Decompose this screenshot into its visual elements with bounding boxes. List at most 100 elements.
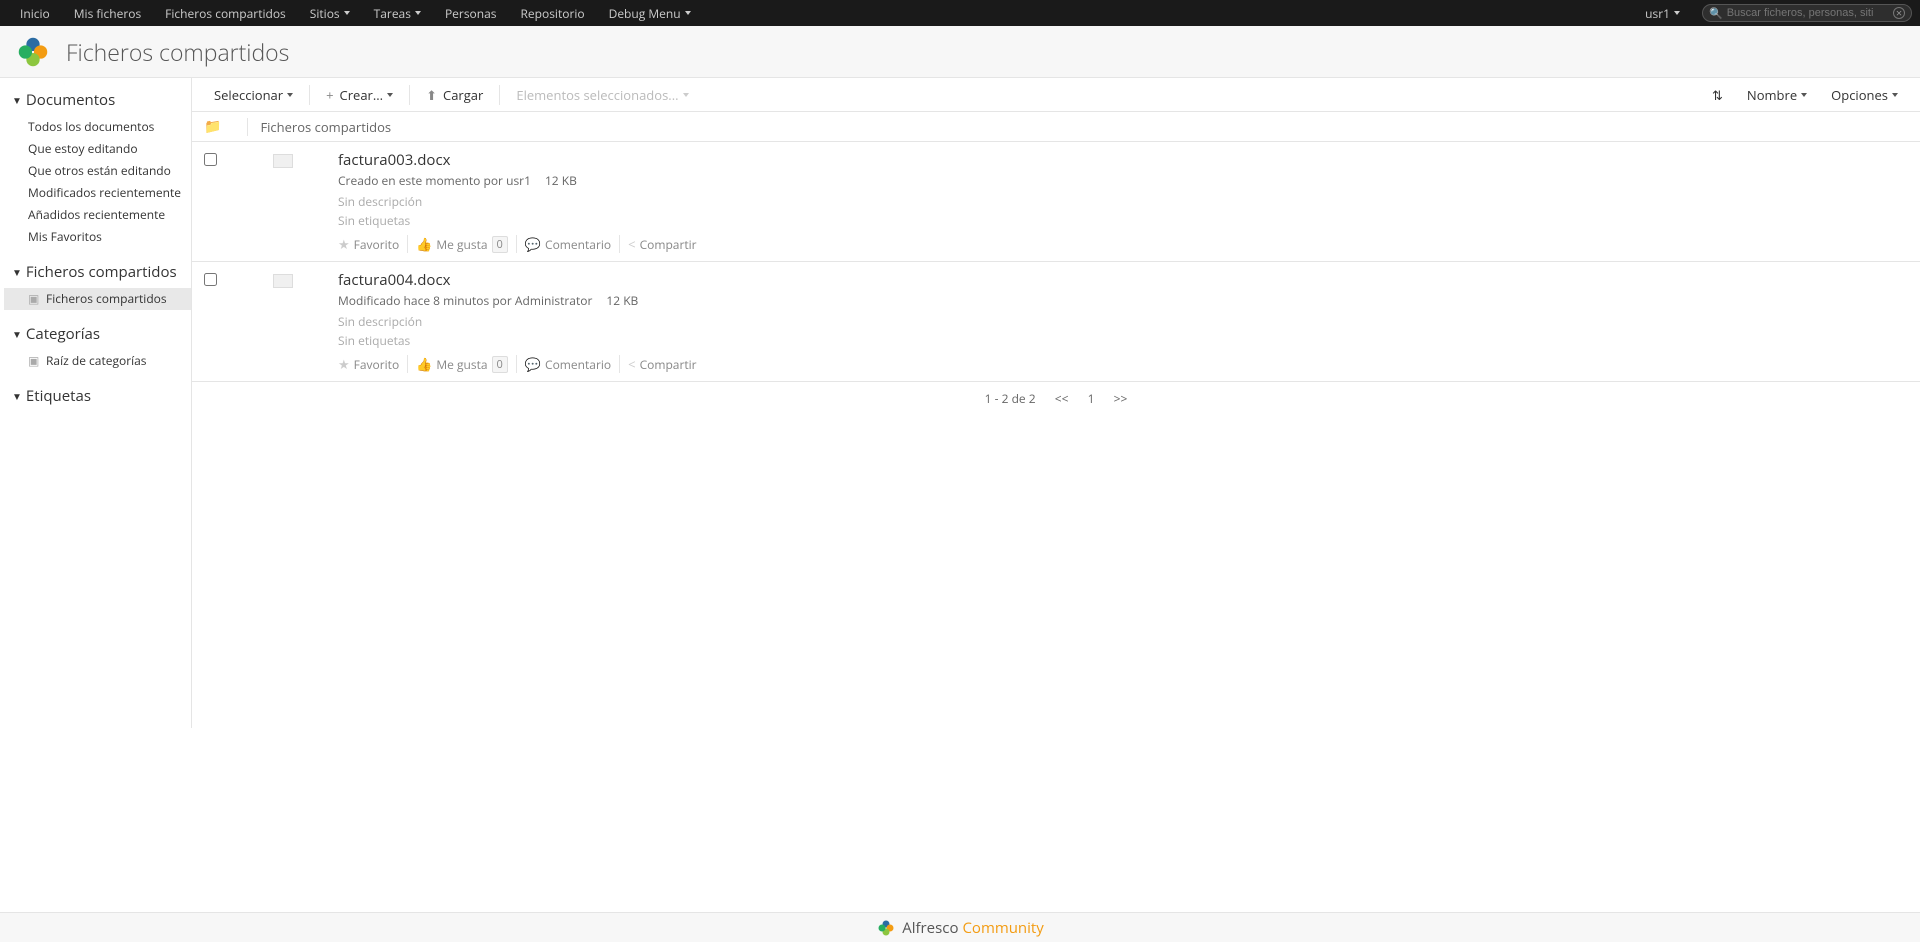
doc-description: Sin descripción	[338, 193, 1908, 210]
doc-tags: Sin etiquetas	[338, 332, 1908, 349]
upload-button[interactable]: ⬆Cargar	[414, 78, 495, 112]
folder-icon: ▣	[28, 290, 42, 308]
share-icon: <	[628, 355, 635, 373]
star-icon: ★	[338, 355, 350, 373]
page-next[interactable]: >>	[1114, 390, 1128, 407]
chevron-down-icon: ▼	[12, 265, 22, 279]
nav-personas[interactable]: Personas	[433, 0, 509, 26]
pagination: 1 - 2 de 2 << 1 >>	[192, 382, 1920, 415]
doc-description: Sin descripción	[338, 313, 1908, 330]
doc-tags: Sin etiquetas	[338, 212, 1908, 229]
sidebar-section-documentos[interactable]: ▼Documentos	[4, 86, 191, 114]
page-range: 1 - 2 de 2	[985, 390, 1036, 407]
chevron-down-icon: ▼	[12, 327, 22, 341]
alfresco-logo-small	[876, 918, 896, 938]
nav-debug-menu[interactable]: Debug Menu	[597, 0, 703, 26]
user-menu[interactable]: usr1	[1633, 0, 1692, 26]
favorite-action[interactable]: ★Favorito	[338, 235, 408, 253]
topbar: Inicio Mis ficheros Ficheros compartidos…	[0, 0, 1920, 26]
doc-toolbar: Seleccionar +Crear... ⬆Cargar Elementos …	[192, 78, 1920, 112]
sidebar-item-estoy-editando[interactable]: Que estoy editando	[4, 138, 191, 160]
chevron-down-icon	[1801, 93, 1807, 97]
sidebar-section-compartidos[interactable]: ▼Ficheros compartidos	[4, 258, 191, 286]
share-action[interactable]: <Compartir	[620, 355, 704, 373]
page-1[interactable]: 1	[1088, 390, 1095, 407]
doc-name-link[interactable]: factura003.docx	[338, 150, 1908, 170]
chevron-down-icon	[1892, 93, 1898, 97]
doc-name-link[interactable]: factura004.docx	[338, 270, 1908, 290]
sidebar: ▼Documentos Todos los documentos Que est…	[0, 78, 192, 728]
create-button[interactable]: +Crear...	[314, 78, 405, 112]
sidebar-item-anadidos[interactable]: Añadidos recientemente	[4, 204, 191, 226]
sidebar-item-favoritos[interactable]: Mis Favoritos	[4, 226, 191, 248]
like-count: 0	[492, 356, 508, 373]
nav-mis-ficheros[interactable]: Mis ficheros	[62, 0, 153, 26]
sort-direction-button[interactable]: ⇅	[1700, 78, 1735, 112]
sidebar-item-modificados[interactable]: Modificados recientemente	[4, 182, 191, 204]
comment-icon: 💬	[525, 235, 541, 253]
like-action[interactable]: 👍Me gusta0	[408, 355, 517, 373]
favorite-action[interactable]: ★Favorito	[338, 355, 408, 373]
comment-icon: 💬	[525, 355, 541, 373]
sort-field-dropdown[interactable]: Nombre	[1735, 78, 1819, 112]
nav-repositorio[interactable]: Repositorio	[509, 0, 597, 26]
options-dropdown[interactable]: Opciones	[1819, 78, 1910, 112]
select-dropdown[interactable]: Seleccionar	[202, 78, 305, 112]
search-box[interactable]: 🔍 ×	[1702, 4, 1912, 22]
footer-edition: Community	[962, 918, 1043, 938]
chevron-down-icon: ▼	[12, 389, 22, 403]
thumbs-up-icon: 👍	[416, 235, 432, 253]
doc-row: factura003.docx Creado en este momento p…	[192, 142, 1920, 262]
sidebar-section-categorias[interactable]: ▼Categorías	[4, 320, 191, 348]
star-icon: ★	[338, 235, 350, 253]
footer-brand: Alfresco	[902, 918, 958, 938]
upload-icon: ⬆	[426, 86, 437, 104]
alfresco-logo	[14, 33, 52, 71]
tag-icon: ▣	[28, 352, 42, 370]
selected-dropdown: Elementos seleccionados...	[504, 78, 700, 112]
content-area: Seleccionar +Crear... ⬆Cargar Elementos …	[192, 78, 1920, 728]
folder-up-icon[interactable]: 📁	[204, 117, 221, 136]
breadcrumb-bar: 📁 Ficheros compartidos	[192, 112, 1920, 142]
page-prev[interactable]: <<	[1055, 390, 1069, 407]
share-icon: <	[628, 235, 635, 253]
doc-thumbnail[interactable]	[273, 154, 293, 168]
like-count: 0	[492, 236, 508, 253]
doc-meta: Creado en este momento por usr112 KB	[338, 172, 1908, 189]
chevron-down-icon	[287, 93, 293, 97]
chevron-down-icon: ▼	[12, 93, 22, 107]
doc-meta: Modificado hace 8 minutos por Administra…	[338, 292, 1908, 309]
thumbs-up-icon: 👍	[416, 355, 432, 373]
share-action[interactable]: <Compartir	[620, 235, 704, 253]
clear-search-icon[interactable]: ×	[1893, 7, 1905, 19]
plus-icon: +	[326, 86, 333, 104]
sidebar-section-etiquetas[interactable]: ▼Etiquetas	[4, 382, 191, 410]
chevron-down-icon	[387, 93, 393, 97]
document-list: factura003.docx Creado en este momento p…	[192, 142, 1920, 382]
chevron-down-icon	[683, 93, 689, 97]
like-action[interactable]: 👍Me gusta0	[408, 235, 517, 253]
page-title: Ficheros compartidos	[66, 36, 289, 68]
footer: Alfresco Community	[0, 912, 1920, 942]
search-icon: 🔍	[1709, 6, 1723, 21]
search-input[interactable]	[1727, 7, 1877, 19]
sidebar-item-todos-documentos[interactable]: Todos los documentos	[4, 116, 191, 138]
page-header: Ficheros compartidos	[0, 26, 1920, 78]
chevron-down-icon	[344, 11, 350, 15]
comment-action[interactable]: 💬Comentario	[517, 235, 620, 253]
doc-thumbnail[interactable]	[273, 274, 293, 288]
chevron-down-icon	[1674, 11, 1680, 15]
sidebar-item-ficheros-compartidos[interactable]: ▣Ficheros compartidos	[4, 288, 191, 310]
doc-row: factura004.docx Modificado hace 8 minuto…	[192, 262, 1920, 382]
doc-checkbox[interactable]	[204, 153, 217, 166]
breadcrumb-current: Ficheros compartidos	[260, 118, 391, 136]
nav-ficheros-compartidos[interactable]: Ficheros compartidos	[153, 0, 298, 26]
sidebar-item-otros-editando[interactable]: Que otros están editando	[4, 160, 191, 182]
nav-inicio[interactable]: Inicio	[8, 0, 62, 26]
sidebar-item-raiz-categorias[interactable]: ▣Raíz de categorías	[4, 350, 191, 372]
nav-tareas[interactable]: Tareas	[362, 0, 433, 26]
comment-action[interactable]: 💬Comentario	[517, 355, 620, 373]
nav-sitios[interactable]: Sitios	[298, 0, 362, 26]
doc-checkbox[interactable]	[204, 273, 217, 286]
chevron-down-icon	[685, 11, 691, 15]
